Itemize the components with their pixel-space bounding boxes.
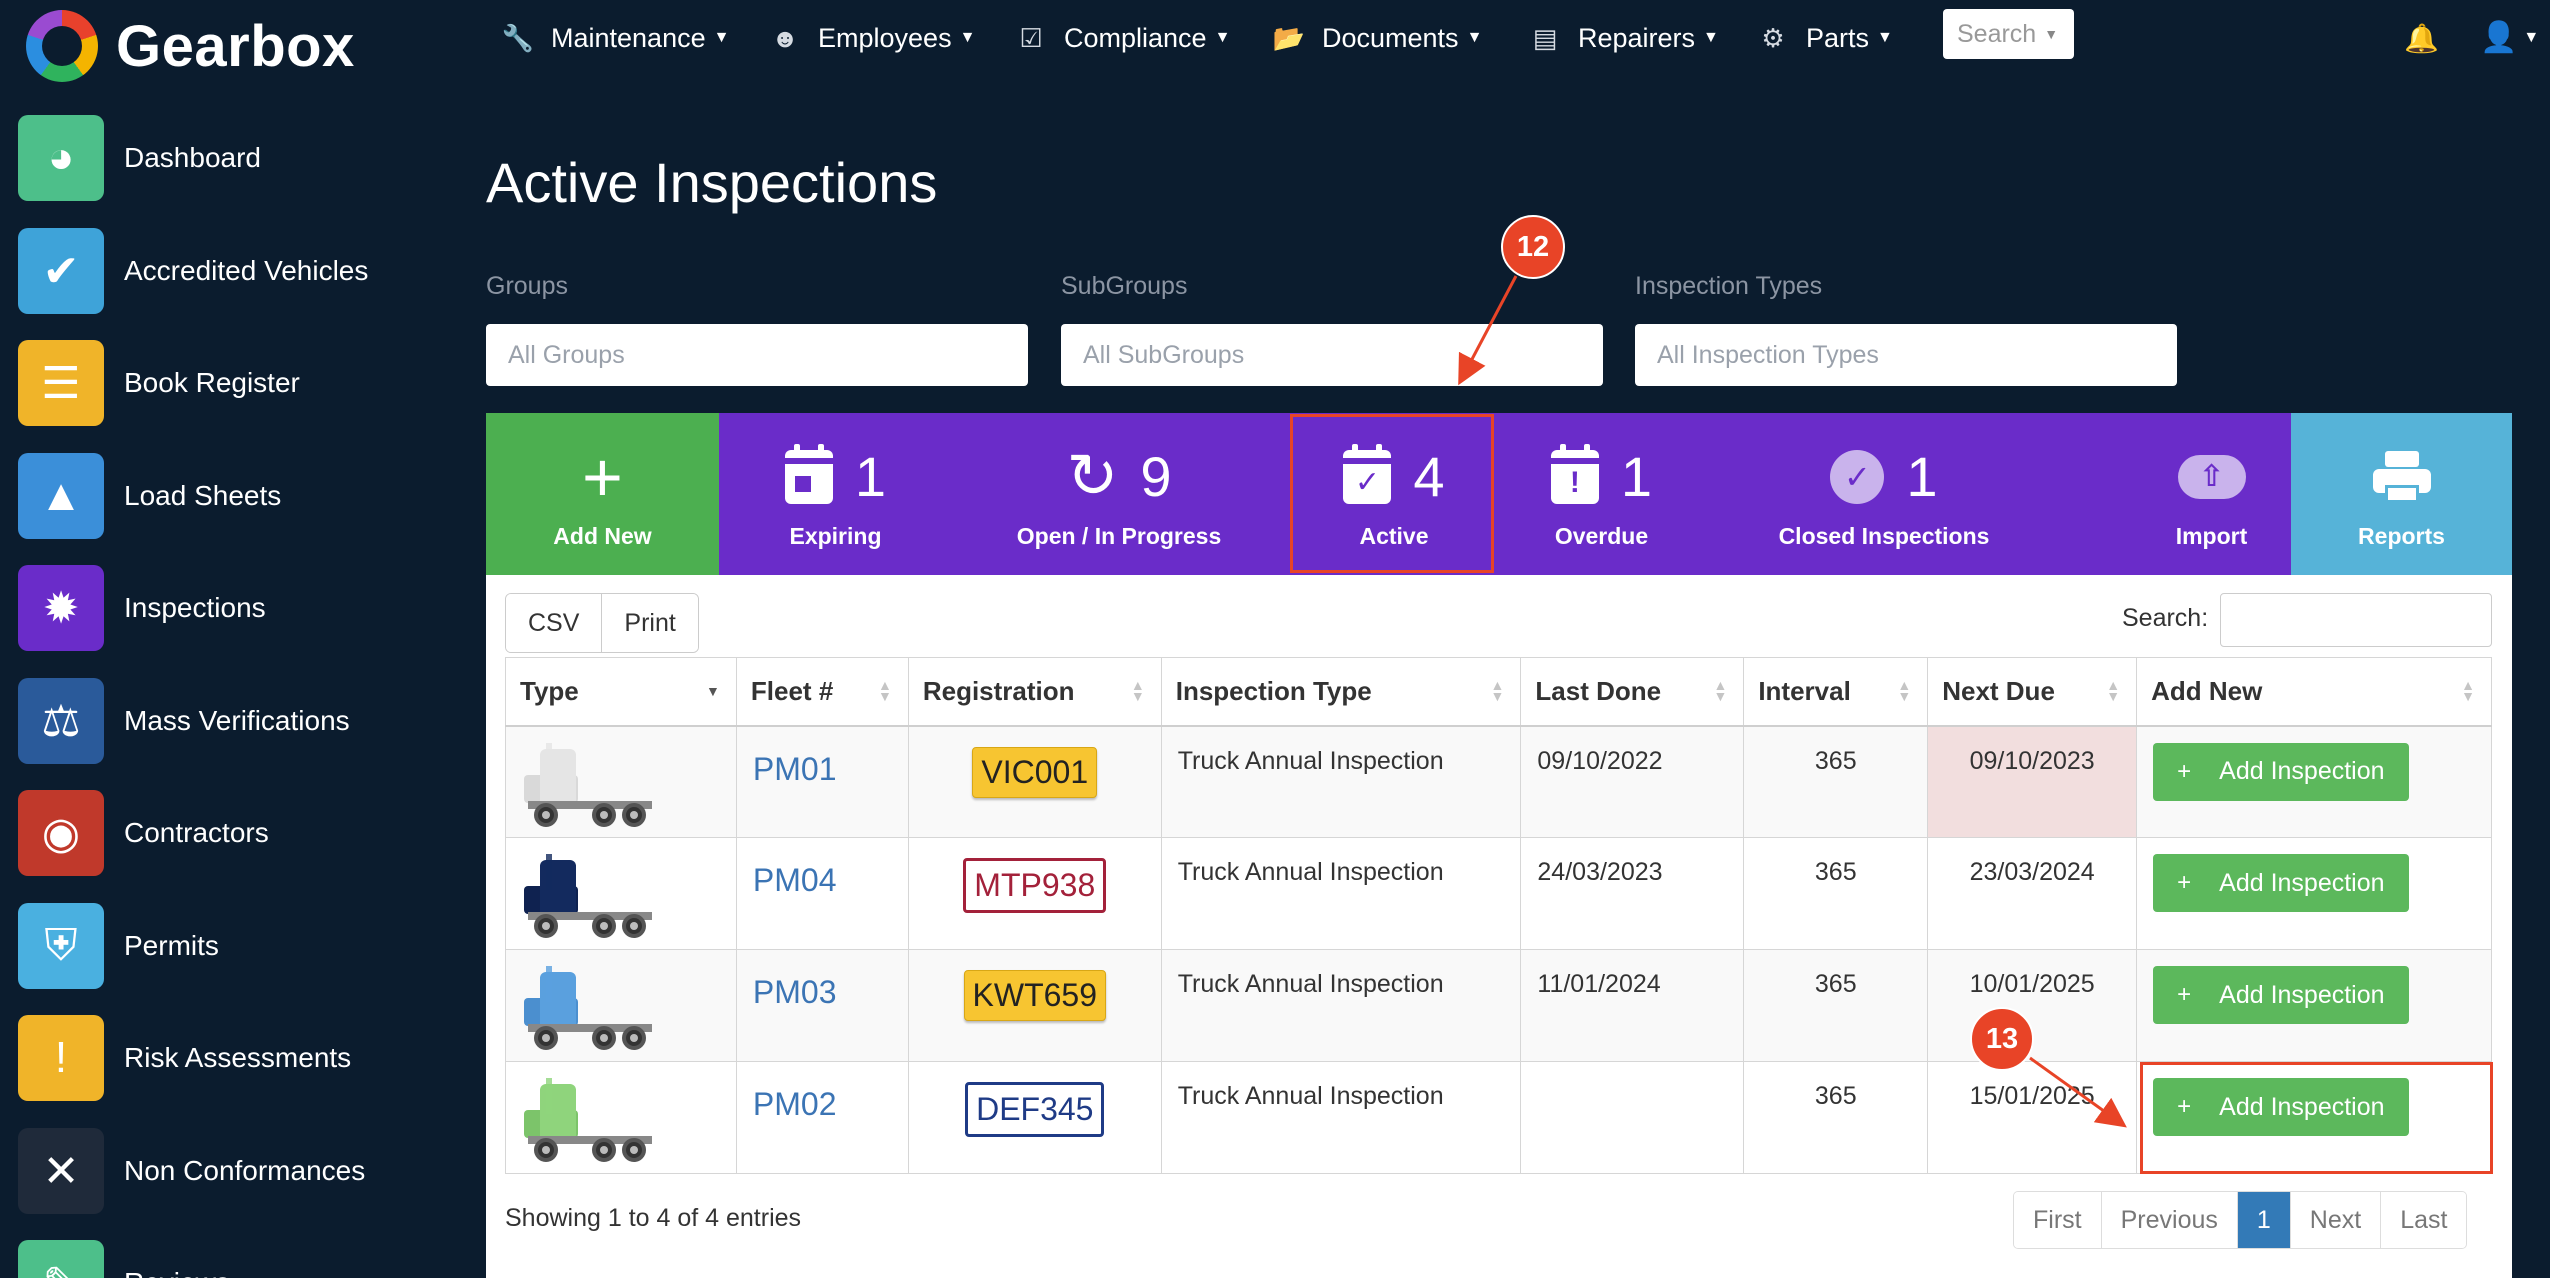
annotation-arrows (1458, 275, 2127, 1128)
annotation-callout-13: 13 (1970, 1007, 2034, 1071)
annotation-arrow-13 (2029, 1056, 2127, 1128)
annotation-arrow-12 (1458, 275, 1518, 386)
annotation-callout-12: 12 (1501, 215, 1565, 279)
